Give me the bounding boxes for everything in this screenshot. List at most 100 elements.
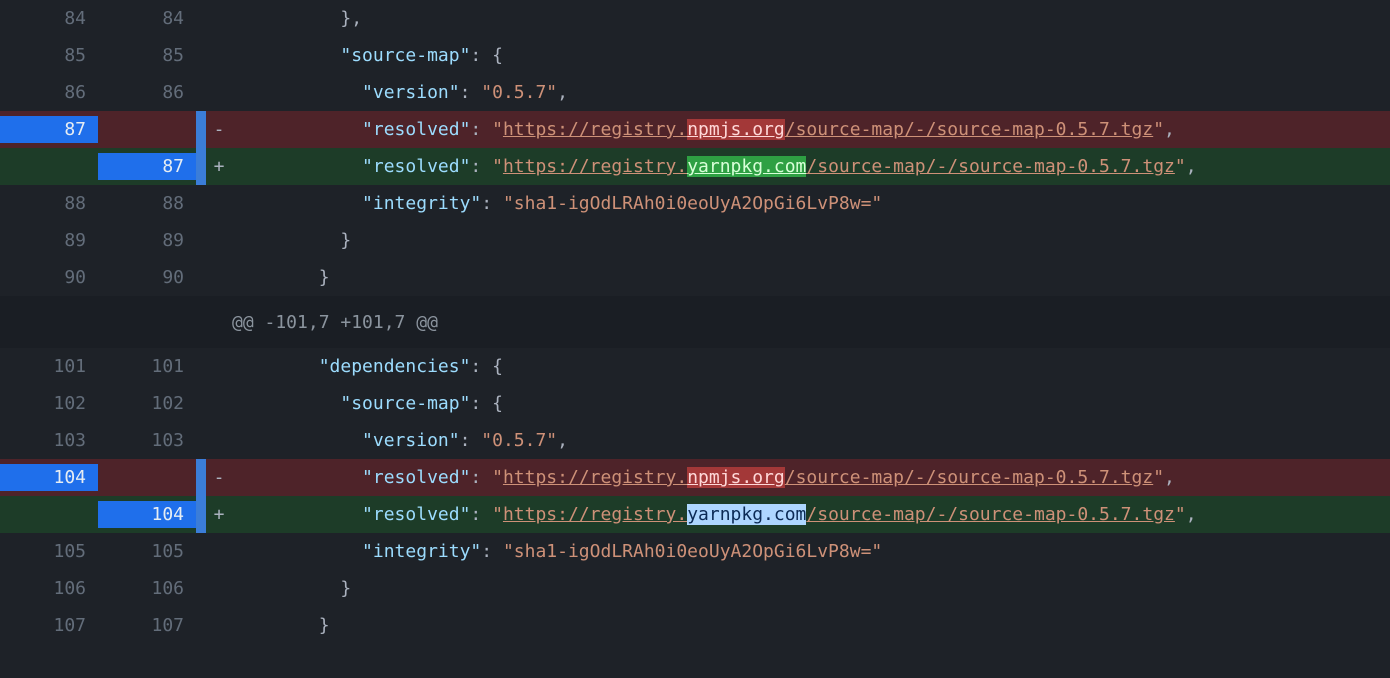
diff-row[interactable]: 8484 }, xyxy=(0,0,1390,37)
code-token: " xyxy=(492,119,503,140)
diff-sign xyxy=(206,427,232,454)
code-token: : xyxy=(470,467,492,488)
code-line[interactable]: "version": "0.5.7", xyxy=(232,79,1390,106)
change-marker xyxy=(196,459,206,496)
line-number-old: 84 xyxy=(0,5,98,32)
code-line[interactable]: "source-map": { xyxy=(232,390,1390,417)
diff-row[interactable]: 104+ "resolved": "https://registry.yarnp… xyxy=(0,496,1390,533)
diff-row[interactable]: 107107 } xyxy=(0,607,1390,644)
change-marker xyxy=(196,185,206,222)
gutter: 87 xyxy=(0,116,196,143)
code-line[interactable]: "resolved": "https://registry.yarnpkg.co… xyxy=(232,501,1390,528)
diff-row[interactable]: 8989 } xyxy=(0,222,1390,259)
code-token: " xyxy=(492,504,503,525)
code-line[interactable]: "source-map": { xyxy=(232,42,1390,69)
code-line[interactable]: "integrity": "sha1-igOdLRAh0i0eoUyA2OpGi… xyxy=(232,538,1390,565)
diff-row[interactable]: 9090 } xyxy=(0,259,1390,296)
diff-row[interactable]: 8585 "source-map": { xyxy=(0,37,1390,74)
code-line[interactable]: } xyxy=(232,575,1390,602)
gutter: 8989 xyxy=(0,227,196,254)
code-token: : xyxy=(470,504,492,525)
diff-row[interactable]: 87 - "resolved": "https://registry.npmjs… xyxy=(0,111,1390,148)
line-number-new xyxy=(98,464,196,491)
diff-sign xyxy=(206,227,232,254)
code-token: "source-map" xyxy=(340,393,470,414)
line-number-old: 90 xyxy=(0,264,98,291)
diff-row[interactable]: 103103 "version": "0.5.7", xyxy=(0,422,1390,459)
diff-row[interactable]: 8686 "version": "0.5.7", xyxy=(0,74,1390,111)
code-token: , xyxy=(1164,119,1175,140)
code-token: : xyxy=(470,156,492,177)
line-number-new xyxy=(98,116,196,143)
line-number-new: 106 xyxy=(98,575,196,602)
diff-row[interactable]: 8888 "integrity": "sha1-igOdLRAh0i0eoUyA… xyxy=(0,185,1390,222)
line-number-old: 106 xyxy=(0,575,98,602)
code-token: "resolved" xyxy=(362,119,470,140)
sign xyxy=(206,309,232,336)
code-token: } xyxy=(319,267,330,288)
gutter: 106106 xyxy=(0,575,196,602)
code-token: https://registry. xyxy=(503,156,687,177)
diff-row[interactable]: 102102 "source-map": { xyxy=(0,385,1390,422)
code-token: "source-map" xyxy=(340,45,470,66)
code-token: npmjs.org xyxy=(687,119,785,140)
code-line[interactable]: "version": "0.5.7", xyxy=(232,427,1390,454)
code-token: } xyxy=(340,230,351,251)
line-number-new: 104 xyxy=(98,501,196,528)
line-number-new: 89 xyxy=(98,227,196,254)
change-marker xyxy=(196,570,206,607)
diff-row[interactable]: 106106 } xyxy=(0,570,1390,607)
code-line[interactable]: } xyxy=(232,264,1390,291)
line-number-old: 103 xyxy=(0,427,98,454)
change-marker xyxy=(196,533,206,570)
code-token: yarnpkg.com xyxy=(687,156,806,177)
gutter: 9090 xyxy=(0,264,196,291)
gutter: 8585 xyxy=(0,42,196,69)
gutter: 8888 xyxy=(0,190,196,217)
change-marker xyxy=(196,111,206,148)
line-number-new: 90 xyxy=(98,264,196,291)
line-number-new: 84 xyxy=(98,5,196,32)
code-token: /source-map/-/source-map-0.5.7.tgz xyxy=(785,119,1153,140)
diff-row[interactable]: 104 - "resolved": "https://registry.npmj… xyxy=(0,459,1390,496)
code-token: " xyxy=(1153,119,1164,140)
gutter-new xyxy=(98,309,196,336)
diff-row[interactable]: 105105 "integrity": "sha1-igOdLRAh0i0eoU… xyxy=(0,533,1390,570)
line-number-old: 86 xyxy=(0,79,98,106)
code-token: "integrity" xyxy=(362,541,481,562)
code-line[interactable]: "resolved": "https://registry.yarnpkg.co… xyxy=(232,153,1390,180)
change-marker xyxy=(196,37,206,74)
code-line[interactable]: "resolved": "https://registry.npmjs.org/… xyxy=(232,116,1390,143)
code-token: "integrity" xyxy=(362,193,481,214)
code-line[interactable]: }, xyxy=(232,5,1390,32)
diff-sign xyxy=(206,353,232,380)
code-token: " xyxy=(492,156,503,177)
code-token: : { xyxy=(470,393,503,414)
code-token: : { xyxy=(470,356,503,377)
code-token: : xyxy=(470,119,492,140)
code-token: npmjs.org xyxy=(687,467,785,488)
gutter: 107107 xyxy=(0,612,196,639)
code-token: "sha1-igOdLRAh0i0eoUyA2OpGi6LvP8w=" xyxy=(503,193,882,214)
code-line[interactable]: "dependencies": { xyxy=(232,353,1390,380)
line-number-new: 101 xyxy=(98,353,196,380)
diff-sign xyxy=(206,79,232,106)
code-token: "resolved" xyxy=(362,504,470,525)
diff-sign xyxy=(206,42,232,69)
code-token: " xyxy=(1175,504,1186,525)
diff-row[interactable]: 101101 "dependencies": { xyxy=(0,348,1390,385)
code-token: https://registry. xyxy=(503,504,687,525)
code-line[interactable]: } xyxy=(232,612,1390,639)
code-line[interactable]: "integrity": "sha1-igOdLRAh0i0eoUyA2OpGi… xyxy=(232,190,1390,217)
code-line[interactable]: "resolved": "https://registry.npmjs.org/… xyxy=(232,464,1390,491)
line-number-old: 88 xyxy=(0,190,98,217)
change-marker xyxy=(196,74,206,111)
diff-row[interactable]: @@ -101,7 +101,7 @@ xyxy=(0,296,1390,348)
code-token: /source-map/-/source-map-0.5.7.tgz xyxy=(806,156,1174,177)
gutter: 103103 xyxy=(0,427,196,454)
line-number-new: 103 xyxy=(98,427,196,454)
diff-view[interactable]: 8484 },8585 "source-map": {8686 "version… xyxy=(0,0,1390,678)
code-line[interactable]: } xyxy=(232,227,1390,254)
diff-sign xyxy=(206,612,232,639)
diff-row[interactable]: 87+ "resolved": "https://registry.yarnpk… xyxy=(0,148,1390,185)
